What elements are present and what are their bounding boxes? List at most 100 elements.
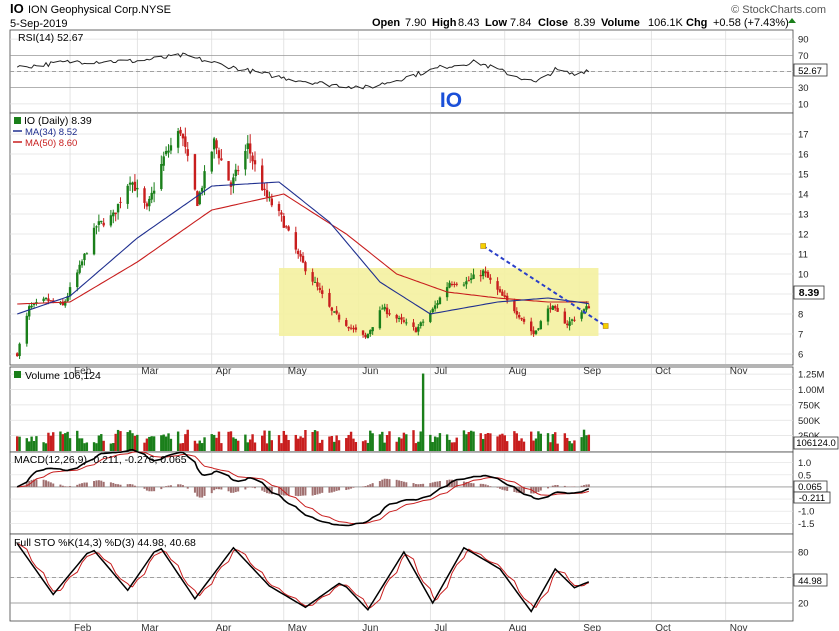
volume-bar bbox=[436, 437, 439, 451]
candle-body bbox=[400, 317, 403, 320]
candle-body bbox=[28, 306, 31, 317]
volume-bar bbox=[301, 437, 305, 451]
macd-histogram-bar bbox=[143, 486, 146, 489]
macd-histogram-bar bbox=[350, 486, 353, 489]
macd-histogram-bar bbox=[388, 479, 391, 487]
candle-body bbox=[311, 272, 314, 282]
candle-body bbox=[143, 188, 146, 203]
macd-histogram-bar bbox=[352, 486, 355, 488]
volume-tick-label: 1.25M bbox=[798, 370, 824, 381]
candle-body bbox=[301, 255, 305, 263]
candle-body bbox=[297, 250, 300, 255]
volume-bar bbox=[200, 443, 204, 451]
macd-histogram-bar bbox=[414, 484, 417, 487]
candle-body bbox=[448, 282, 451, 288]
macd-histogram-bar bbox=[417, 484, 420, 487]
candle-body bbox=[570, 319, 574, 321]
chevron-up-icon[interactable] bbox=[788, 18, 796, 23]
macd-histogram-bar bbox=[405, 482, 408, 487]
macd-label: MACD(12,26,9) -0.211, -0.276, 0.065 bbox=[14, 454, 187, 466]
candle-body bbox=[265, 190, 269, 198]
macd-histogram-bar bbox=[554, 485, 557, 487]
volume-label: Volume bbox=[601, 17, 640, 29]
volume-bar bbox=[469, 430, 473, 451]
macd-histogram-bar bbox=[328, 486, 331, 493]
candle-body bbox=[503, 295, 506, 297]
volume-bar bbox=[431, 442, 434, 451]
candle-body bbox=[136, 187, 139, 190]
candle-body bbox=[282, 216, 286, 228]
candle-body bbox=[102, 222, 105, 226]
volume-bar bbox=[520, 438, 523, 451]
candle-body bbox=[114, 212, 117, 215]
month-label: Jun bbox=[362, 623, 378, 631]
volume-bar bbox=[364, 440, 367, 451]
candle-body bbox=[193, 154, 197, 190]
candle-body bbox=[321, 290, 324, 294]
rsi-tick-label: 10 bbox=[798, 99, 809, 110]
month-label: Feb bbox=[74, 623, 92, 631]
candle-body bbox=[587, 306, 591, 309]
volume-bar bbox=[402, 432, 406, 451]
candle-body bbox=[234, 169, 237, 177]
candle-body bbox=[489, 277, 492, 280]
volume-bar bbox=[397, 437, 401, 451]
volume-bar bbox=[30, 436, 33, 451]
volume-bar bbox=[152, 436, 156, 451]
macd-histogram-bar bbox=[210, 486, 213, 494]
macd-histogram-bar bbox=[436, 481, 439, 487]
candle-body bbox=[501, 291, 504, 296]
volume-bar bbox=[489, 433, 492, 451]
candle-body bbox=[294, 232, 298, 250]
price-tick-label: 16 bbox=[798, 150, 809, 161]
month-label: Oct bbox=[655, 623, 671, 631]
volume-bar bbox=[438, 433, 442, 451]
volume-bar bbox=[78, 438, 81, 451]
candle-body bbox=[167, 150, 170, 153]
month-label: Mar bbox=[141, 623, 159, 631]
volume-bar bbox=[412, 430, 415, 451]
volume-bar bbox=[92, 442, 96, 451]
candle-body bbox=[236, 170, 240, 172]
macd-histogram-bar bbox=[371, 483, 374, 487]
macd-histogram-bar bbox=[498, 486, 501, 489]
candle-body bbox=[280, 212, 283, 215]
candle-body bbox=[128, 182, 132, 185]
candle-body bbox=[80, 261, 84, 266]
candle-body bbox=[160, 163, 163, 190]
candle-body bbox=[517, 315, 521, 318]
volume-bar bbox=[232, 437, 235, 451]
volume-bar bbox=[554, 432, 557, 451]
macd-histogram-bar bbox=[580, 485, 583, 487]
candle-body bbox=[352, 328, 355, 330]
candle-body bbox=[16, 353, 19, 357]
volume-bar bbox=[573, 440, 576, 451]
macd-histogram-bar bbox=[547, 486, 550, 489]
volume-bar bbox=[52, 432, 55, 451]
candle-body bbox=[573, 319, 576, 321]
candle-body bbox=[30, 305, 33, 308]
candle-body bbox=[176, 131, 180, 148]
macd-histogram-bar bbox=[539, 486, 542, 491]
candle-body bbox=[145, 203, 149, 207]
candle-body bbox=[220, 158, 223, 161]
macd-histogram-bar bbox=[472, 483, 475, 487]
volume-bar bbox=[116, 429, 120, 451]
volume-bar bbox=[539, 433, 543, 451]
month-label: Sep bbox=[583, 623, 601, 631]
sto-label: Full STO %K(14,3) %D(3) 44.98, 40.68 bbox=[14, 537, 196, 549]
volume-bar bbox=[97, 435, 101, 451]
macd-histogram-bar bbox=[335, 486, 338, 491]
price-tick-label: 12 bbox=[798, 230, 809, 241]
volume-bar bbox=[167, 433, 170, 451]
exchange: NYSE bbox=[141, 4, 171, 16]
candle-body bbox=[546, 308, 550, 322]
candle-body bbox=[328, 292, 331, 307]
candle-body bbox=[215, 140, 218, 149]
macd-tick-label: 1.0 bbox=[798, 458, 811, 469]
macd-histogram-bar bbox=[59, 484, 62, 487]
candle-body bbox=[554, 306, 557, 309]
volume-bar bbox=[517, 440, 521, 451]
candle-body bbox=[186, 149, 189, 156]
rsi-tick-label: 70 bbox=[798, 51, 809, 62]
